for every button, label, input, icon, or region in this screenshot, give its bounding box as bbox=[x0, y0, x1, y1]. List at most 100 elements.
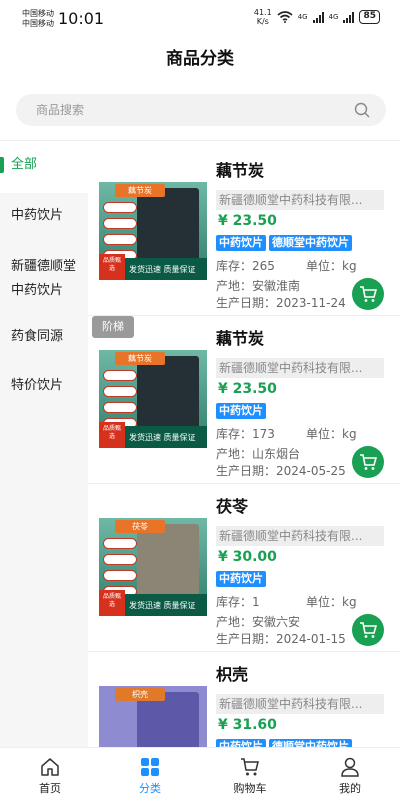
product-origin: 产地：山东烟台 bbox=[216, 447, 301, 461]
product-name[interactable]: 藕节炭 bbox=[216, 325, 264, 349]
search-icon[interactable] bbox=[354, 102, 370, 118]
product-unit: 单位：kg bbox=[306, 595, 357, 609]
cart-icon bbox=[241, 758, 259, 776]
sidebar-item-special-offer[interactable]: 特价饮片 bbox=[0, 374, 88, 414]
product-tags: 中药饮片 bbox=[216, 403, 266, 419]
nav-category[interactable]: 分类 bbox=[100, 748, 200, 800]
battery-icon: 85 bbox=[359, 10, 380, 24]
product-company: 新疆德顺堂中药科技有限... bbox=[216, 526, 384, 546]
quality-badge: 品质甄选 bbox=[99, 590, 125, 616]
quality-badge: 品质甄选 bbox=[99, 422, 125, 448]
sidebar-item-label: 中药饮片 bbox=[11, 208, 64, 223]
nav-home[interactable]: 首页 bbox=[0, 748, 100, 800]
product-tags: 中药饮片 德顺堂中药饮片 bbox=[216, 235, 352, 251]
carrier-1: 中国移动 bbox=[22, 9, 54, 18]
image-footer-text: 发货迅速 质量保证 bbox=[129, 265, 196, 274]
product-company: 新疆德顺堂中药科技有限... bbox=[216, 694, 384, 714]
sidebar-item-chinese-herbal[interactable]: 中药饮片 bbox=[0, 204, 88, 244]
product-card[interactable]: 藕节炭 发货迅速 质量保证 品质甄选 藕节炭 新疆德顺堂中药科技有限... ¥ … bbox=[88, 148, 400, 316]
product-price: ¥ 30.00 bbox=[218, 549, 277, 565]
product-tags: 中药饮片 bbox=[216, 571, 266, 587]
signal-2-label: 4G bbox=[328, 13, 339, 21]
product-image-tag: 藕节炭 bbox=[115, 184, 165, 197]
product-date: 生产日期：2024-05-25 bbox=[216, 464, 346, 478]
cart-icon bbox=[360, 286, 377, 302]
sidebar-item-all[interactable]: 全部 bbox=[0, 141, 88, 193]
signal-2-icon bbox=[343, 11, 355, 23]
cart-icon bbox=[360, 622, 377, 638]
page-title: 商品分类 bbox=[166, 49, 234, 69]
category-tag: 中药饮片 bbox=[216, 403, 266, 419]
product-image[interactable]: 藕节炭 发货迅速 质量保证 品质甄选 bbox=[99, 350, 207, 448]
image-footer-text: 发货迅速 质量保证 bbox=[129, 433, 196, 442]
image-footer-text: 发货迅速 质量保证 bbox=[129, 601, 196, 610]
nav-label: 我的 bbox=[339, 782, 361, 795]
product-company: 新疆德顺堂中药科技有限... bbox=[216, 358, 384, 378]
product-price: ¥ 23.50 bbox=[218, 213, 277, 229]
product-image[interactable]: 藕节炭 发货迅速 质量保证 品质甄选 bbox=[99, 182, 207, 280]
status-icons: 41.1 K/s 4G 4G 85 bbox=[254, 8, 380, 26]
sidebar-item-deshuntang[interactable]: 新疆德顺堂中药饮片 bbox=[0, 255, 80, 307]
net-speed: 41.1 K/s bbox=[254, 8, 272, 26]
product-name[interactable]: 藕节炭 bbox=[216, 157, 264, 181]
wifi-icon bbox=[277, 11, 293, 23]
net-speed-unit: K/s bbox=[256, 17, 269, 26]
user-icon bbox=[341, 757, 359, 777]
search-input[interactable] bbox=[36, 94, 336, 126]
product-price: ¥ 23.50 bbox=[218, 381, 277, 397]
product-name[interactable]: 茯苓 bbox=[216, 493, 248, 517]
category-tag: 德顺堂中药饮片 bbox=[269, 235, 352, 251]
bottom-nav: 首页 分类 购物车 我的 bbox=[0, 747, 400, 800]
carrier-info: 中国移动 中国移动 bbox=[22, 9, 54, 29]
sidebar-active-marker bbox=[0, 157, 4, 173]
product-card[interactable]: 藕节炭 发货迅速 质量保证 品质甄选 藕节炭 新疆德顺堂中药科技有限... ¥ … bbox=[88, 316, 400, 484]
product-name[interactable]: 枳壳 bbox=[216, 661, 248, 685]
search-bar[interactable] bbox=[16, 94, 386, 126]
category-tag: 中药饮片 bbox=[216, 571, 266, 587]
product-card[interactable]: 枳壳 枳壳 新疆德顺堂中药科技有限... ¥ 31.60 中药饮片 德顺堂中药饮… bbox=[88, 652, 400, 747]
product-card[interactable]: 茯苓 发货迅速 质量保证 品质甄选 茯苓 新疆德顺堂中药科技有限... ¥ 30… bbox=[88, 484, 400, 652]
sidebar-item-label: 全部 bbox=[11, 157, 38, 172]
product-image[interactable]: 枳壳 bbox=[99, 686, 207, 747]
product-tags: 中药饮片 德顺堂中药饮片 bbox=[216, 739, 352, 747]
status-bar: 中国移动 中国移动 10:01 41.1 K/s 4G 4G 85 bbox=[0, 0, 400, 36]
add-to-cart-button[interactable] bbox=[352, 278, 384, 310]
product-image[interactable]: 茯苓 发货迅速 质量保证 品质甄选 bbox=[99, 518, 207, 616]
product-date: 生产日期：2023-11-24 bbox=[216, 296, 346, 310]
nav-profile[interactable]: 我的 bbox=[300, 748, 400, 800]
nav-cart[interactable]: 购物车 bbox=[200, 748, 300, 800]
add-to-cart-button[interactable] bbox=[352, 446, 384, 478]
product-image-tag: 枳壳 bbox=[115, 688, 165, 701]
product-unit: 单位：kg bbox=[306, 259, 357, 273]
signal-1-icon bbox=[312, 11, 324, 23]
clock: 10:01 bbox=[58, 9, 105, 28]
home-icon bbox=[41, 758, 59, 776]
package-graphic bbox=[137, 188, 199, 260]
package-graphic bbox=[137, 356, 199, 428]
tier-price-badge[interactable]: 阶梯 bbox=[92, 316, 134, 338]
category-tag: 德顺堂中药饮片 bbox=[269, 739, 352, 747]
product-origin: 产地：安徽六安 bbox=[216, 615, 301, 629]
net-speed-value: 41.1 bbox=[253, 8, 272, 17]
nav-label: 分类 bbox=[139, 782, 161, 795]
add-to-cart-button[interactable] bbox=[352, 614, 384, 646]
sidebar-item-label: 新疆德顺堂中药饮片 bbox=[11, 259, 77, 298]
product-image-tag: 藕节炭 bbox=[115, 352, 165, 365]
product-date: 生产日期：2024-01-15 bbox=[216, 632, 346, 646]
product-price: ¥ 31.60 bbox=[218, 717, 277, 733]
product-unit: 单位：kg bbox=[306, 427, 357, 441]
product-stock: 库存：1 bbox=[216, 595, 260, 609]
nav-label: 购物车 bbox=[233, 782, 267, 795]
product-company: 新疆德顺堂中药科技有限... bbox=[216, 190, 384, 210]
sidebar-item-label: 药食同源 bbox=[11, 329, 64, 344]
product-origin: 产地：安徽淮南 bbox=[216, 279, 301, 293]
category-tag: 中药饮片 bbox=[216, 739, 266, 747]
product-stock: 库存：173 bbox=[216, 427, 275, 441]
category-icon bbox=[141, 758, 159, 776]
carrier-2: 中国移动 bbox=[22, 19, 54, 28]
sidebar-item-food-medicine[interactable]: 药食同源 bbox=[0, 325, 88, 365]
cart-icon bbox=[360, 454, 377, 470]
product-list: 藕节炭 发货迅速 质量保证 品质甄选 藕节炭 新疆德顺堂中药科技有限... ¥ … bbox=[88, 141, 400, 747]
category-sidebar: 全部 中药饮片 新疆德顺堂中药饮片 药食同源 特价饮片 bbox=[0, 141, 88, 747]
product-stock: 库存：265 bbox=[216, 259, 275, 273]
